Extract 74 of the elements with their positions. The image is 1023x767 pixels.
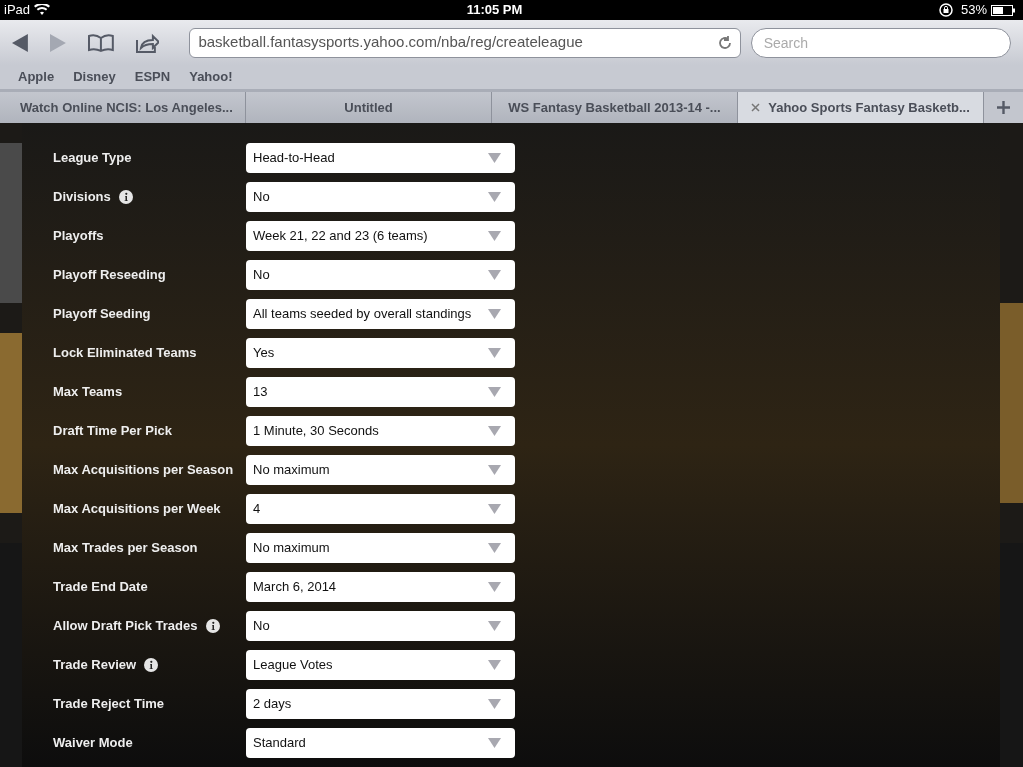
setting-dropdown[interactable]: No [246,260,515,290]
setting-dropdown[interactable]: 13 [246,377,515,407]
setting-dropdown[interactable]: 4 [246,494,515,524]
dropdown-arrow-icon [488,309,501,319]
dropdown-arrow-icon [488,543,501,553]
clock: 11:05 PM [466,1,523,20]
setting-label: Draft Time Per Pick [53,422,172,441]
book-icon[interactable] [87,33,114,52]
setting-dropdown[interactable]: Week 21, 22 and 23 (6 teams) [246,221,515,251]
setting-dropdown[interactable]: League Votes [246,650,515,680]
back-icon[interactable] [12,33,28,52]
dropdown-arrow-icon [488,192,501,202]
close-icon[interactable] [751,103,761,112]
setting-label: Playoff Reseeding [53,266,166,285]
browser-tab[interactable]: Yahoo Sports Fantasy Basketb... [738,92,984,123]
setting-label: Max Acquisitions per Week [53,500,221,519]
setting-label: Playoff Seeding [53,305,151,324]
dropdown-arrow-icon [488,465,501,475]
setting-dropdown[interactable]: No [246,182,515,212]
info-icon[interactable] [205,619,220,633]
reload-icon[interactable] [717,35,732,50]
dropdown-arrow-icon [488,504,501,514]
setting-label: Trade End Date [53,578,148,597]
dropdown-arrow-icon [488,153,501,163]
new-tab-button[interactable] [984,92,1023,123]
setting-dropdown[interactable]: No [246,611,515,641]
setting-dropdown[interactable]: No maximum [246,533,515,563]
dropdown-arrow-icon [488,426,501,436]
battery-percent: 53% [960,1,987,20]
dropdown-arrow-icon [488,348,501,358]
setting-label: Playoffs [53,227,104,246]
setting-dropdown[interactable]: 2 days [246,689,515,719]
setting-dropdown[interactable]: 1 Minute, 30 Seconds [246,416,515,446]
browser-tab[interactable]: Watch Online NCIS: Los Angeles... [0,92,246,123]
share-icon[interactable] [135,32,160,53]
bookmark-link[interactable]: ESPN [134,67,171,87]
bookmark-link[interactable]: Yahoo! [189,67,233,87]
dropdown-arrow-icon [488,387,501,397]
rotation-lock-icon [938,3,953,17]
wifi-icon [34,4,51,16]
dropdown-arrow-icon [488,699,501,709]
setting-label: Lock Eliminated Teams [53,344,197,363]
setting-label: League Type [53,149,132,168]
bookmark-link[interactable]: Apple [18,67,55,87]
plus-icon [997,101,1010,114]
setting-label: Max Trades per Season [53,539,198,558]
setting-dropdown[interactable]: All teams seeded by overall standings [246,299,515,329]
setting-label: Waiver Mode [53,734,133,753]
address-field[interactable]: basketball.fantasysports.yahoo.com/nba/reg/createleague [189,27,741,58]
setting-dropdown[interactable]: Standard [246,728,515,758]
dropdown-arrow-icon [488,270,501,280]
dropdown-arrow-icon [488,621,501,631]
info-icon[interactable] [144,658,159,672]
browser-tab[interactable]: Untitled [246,92,492,123]
browser-tab[interactable]: WS Fantasy Basketball 2013-14 -... [492,92,738,123]
setting-label: Divisions [53,188,111,207]
setting-label: Max Acquisitions per Season [53,461,234,480]
setting-label: Trade Reject Time [53,695,165,714]
bookmark-link[interactable]: Disney [73,67,116,87]
dropdown-arrow-icon [488,582,501,592]
dropdown-arrow-icon [488,738,501,748]
info-icon[interactable] [118,190,133,204]
setting-dropdown[interactable]: No maximum [246,455,515,485]
battery-icon [991,4,1015,16]
device-name: iPad [4,1,31,20]
setting-label: Trade Review [53,656,137,675]
setting-dropdown[interactable]: Head-to-Head [246,143,515,173]
search-field[interactable]: Search [750,27,1011,58]
setting-label: Max Teams [53,383,123,402]
setting-dropdown[interactable]: Yes [246,338,515,368]
setting-label: Allow Draft Pick Trades [53,617,198,636]
setting-dropdown[interactable]: March 6, 2014 [246,572,515,602]
dropdown-arrow-icon [488,231,501,241]
dropdown-arrow-icon [488,660,501,670]
